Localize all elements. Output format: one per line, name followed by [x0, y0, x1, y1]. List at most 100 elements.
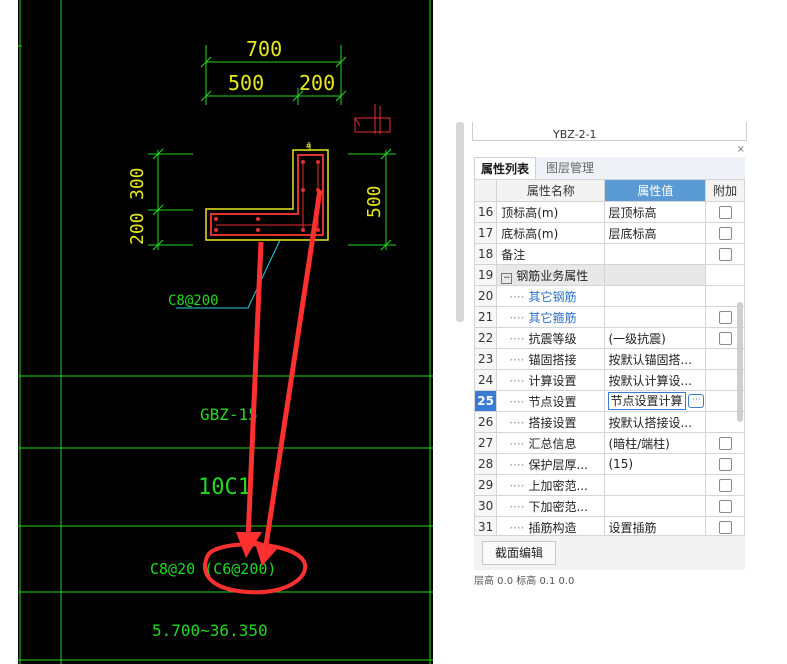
property-row[interactable]: 29 ···· 上加密范...: [473, 474, 745, 496]
close-icon[interactable]: ×: [737, 144, 745, 155]
extra-checkbox[interactable]: [718, 311, 732, 324]
property-name: ···· 搭接设置: [496, 411, 606, 433]
row-number: 24: [473, 369, 498, 391]
col-value[interactable]: 属性值: [604, 179, 707, 202]
property-name-text: 底标高(m): [501, 226, 559, 241]
main-rebar: 10C1: [198, 475, 251, 500]
row-number: 16: [473, 201, 498, 223]
row-number: 19: [473, 264, 498, 286]
tree-connector-icon: ····: [509, 373, 525, 388]
collapse-icon[interactable]: −: [501, 272, 513, 284]
property-value[interactable]: (暗柱/端柱): [604, 432, 707, 454]
property-value[interactable]: [604, 264, 707, 286]
property-row[interactable]: 21 ···· 其它箍筋: [473, 306, 745, 328]
property-name: ···· 计算设置: [496, 369, 606, 391]
tree-connector-icon: ····: [509, 520, 525, 535]
property-row[interactable]: 19− 钢筋业务属性: [473, 264, 745, 286]
property-row[interactable]: 25 ···· 节点设置 节点设置计算 ···: [473, 390, 745, 412]
property-name-text: 抗震等级: [528, 331, 577, 346]
col-extra[interactable]: 附加: [705, 179, 745, 202]
property-name: 顶标高(m): [496, 201, 606, 223]
property-row[interactable]: 28 ···· 保护层厚... (15): [473, 453, 745, 475]
property-row[interactable]: 27 ···· 汇总信息 (暗柱/端柱): [473, 432, 745, 454]
extra-cell: [705, 474, 745, 496]
property-name-text: 插筋构造: [528, 520, 577, 535]
section-edit-button[interactable]: 截面编辑: [482, 541, 557, 565]
extra-cell: [705, 243, 745, 265]
property-value[interactable]: [604, 306, 707, 328]
extra-checkbox[interactable]: [718, 248, 732, 261]
left-scrollbar[interactable]: [456, 122, 464, 322]
dim-v-lower: 200: [127, 212, 148, 245]
extra-checkbox[interactable]: [718, 458, 732, 471]
property-value[interactable]: 按默认锚固搭...: [604, 348, 707, 370]
col-num: [473, 179, 498, 202]
property-value-text: 设置插筋: [608, 520, 657, 535]
row-number: 23: [473, 348, 498, 370]
tree-connector-icon: ····: [509, 310, 525, 325]
property-value[interactable]: (一级抗震): [604, 327, 707, 349]
property-name: ···· 锚固搭接: [496, 348, 606, 370]
property-name-text: 钢筋业务属性: [516, 268, 589, 283]
property-name-text: 下加密范...: [528, 499, 588, 514]
extra-checkbox[interactable]: [718, 521, 732, 534]
property-name-text: 其它箍筋: [528, 310, 577, 325]
elevation-range: 5.700~36.350: [152, 621, 268, 640]
property-value[interactable]: 节点设置计算 ···: [604, 390, 707, 412]
property-row[interactable]: 16 顶标高(m) 层顶标高: [473, 201, 745, 223]
property-value[interactable]: (15): [604, 453, 707, 475]
property-row[interactable]: 17 底标高(m) 层底标高: [473, 222, 745, 244]
property-row[interactable]: 30 ···· 下加密范...: [473, 495, 745, 517]
property-value[interactable]: 按默认搭接设...: [604, 411, 707, 433]
property-name-text: 备注: [501, 247, 526, 262]
right-scrollbar[interactable]: [737, 302, 743, 422]
property-value[interactable]: [604, 243, 707, 265]
property-row[interactable]: 18 备注: [473, 243, 745, 265]
property-value[interactable]: [604, 474, 707, 496]
col-name[interactable]: 属性名称: [496, 179, 606, 202]
property-name: ···· 其它箍筋: [496, 306, 606, 328]
property-value[interactable]: [604, 285, 707, 307]
property-row[interactable]: 22 ···· 抗震等级 (一级抗震): [473, 327, 745, 349]
extra-cell: [705, 432, 745, 454]
extra-checkbox[interactable]: [718, 437, 732, 450]
value-edit-field[interactable]: 节点设置计算: [608, 392, 687, 410]
extra-checkbox[interactable]: [718, 479, 732, 492]
extra-checkbox[interactable]: [718, 332, 732, 345]
row-number: 30: [473, 495, 498, 517]
property-row[interactable]: 20 ···· 其它钢筋: [473, 285, 745, 307]
tab-layer-management[interactable]: 图层管理: [540, 157, 600, 179]
row-number: 17: [473, 222, 498, 244]
property-value[interactable]: 层底标高: [604, 222, 707, 244]
property-name: ···· 上加密范...: [496, 474, 606, 496]
dim-left: 500: [228, 71, 264, 95]
row-number: 18: [473, 243, 498, 265]
property-value[interactable]: [604, 495, 707, 517]
component-name[interactable]: YBZ-2-1: [553, 128, 597, 141]
property-value[interactable]: 层顶标高: [604, 201, 707, 223]
stirrup-spec: C8@20 (C6@200): [150, 560, 276, 578]
ellipsis-button[interactable]: ···: [688, 394, 705, 408]
property-name: 备注: [496, 243, 606, 265]
cad-canvas[interactable]: 700 500 200 300 200 500 # C8@200 GBZ-15 …: [18, 0, 433, 664]
extra-checkbox[interactable]: [718, 206, 732, 219]
extra-cell: [705, 222, 745, 244]
property-name-text: 节点设置: [528, 394, 577, 409]
property-row[interactable]: 23 ···· 锚固搭接 按默认锚固搭...: [473, 348, 745, 370]
tree-connector-icon: ····: [509, 415, 525, 430]
tab-property-list[interactable]: 属性列表: [474, 157, 537, 180]
extra-checkbox[interactable]: [718, 500, 732, 513]
property-row[interactable]: 24 ···· 计算设置 按默认计算设...: [473, 369, 745, 391]
bottom-toolbar: 截面编辑: [474, 535, 745, 570]
property-name: ···· 保护层厚...: [496, 453, 606, 475]
property-name: ···· 抗震等级: [496, 327, 606, 349]
dim-v-right: 500: [364, 185, 385, 218]
row-number: 22: [473, 327, 498, 349]
tree-connector-icon: ····: [509, 394, 525, 409]
property-value[interactable]: 按默认计算设...: [604, 369, 707, 391]
property-name-text: 锚固搭接: [528, 352, 577, 367]
extra-checkbox[interactable]: [718, 227, 732, 240]
tree-connector-icon: ····: [509, 352, 525, 367]
property-row[interactable]: 26 ···· 搭接设置 按默认搭接设...: [473, 411, 745, 433]
row-number: 26: [473, 411, 498, 433]
